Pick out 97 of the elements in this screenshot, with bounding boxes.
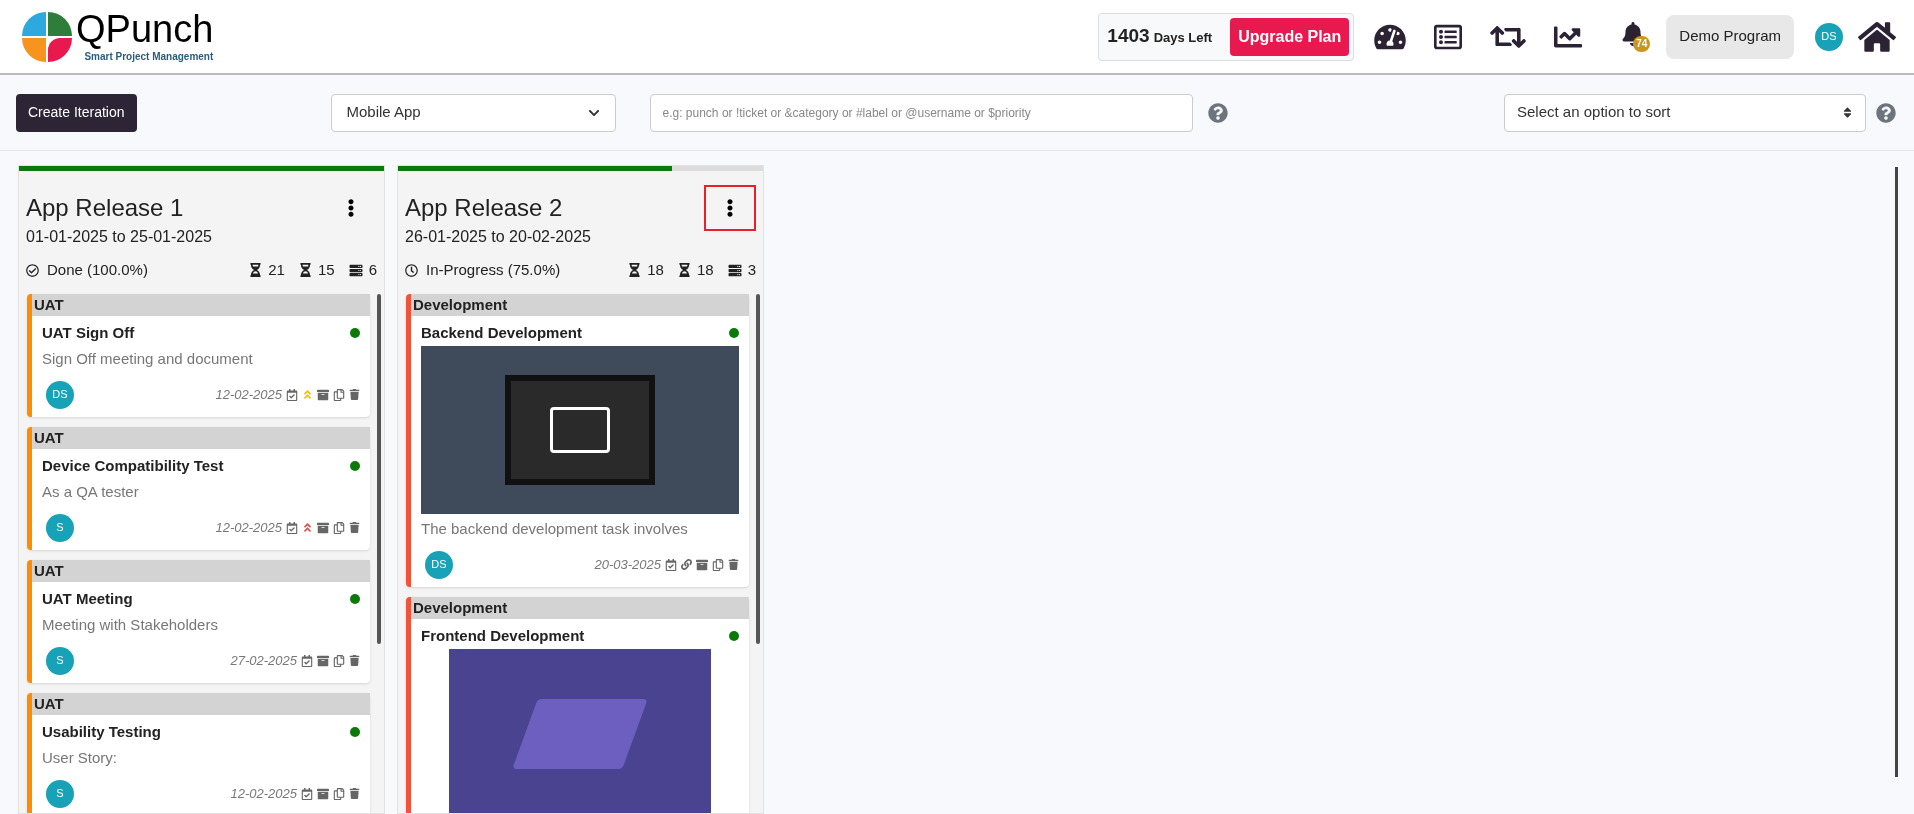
calendar-icon xyxy=(286,388,298,401)
logo-icon xyxy=(22,11,72,62)
task-category: UAT xyxy=(32,559,370,582)
copy-icon[interactable] xyxy=(333,521,345,534)
sort-select[interactable]: Select an option to sort xyxy=(1504,93,1866,132)
hourglass-icon xyxy=(677,263,691,278)
dashboard-icon[interactable] xyxy=(1374,22,1407,51)
task-title: UAT Meeting xyxy=(42,588,133,609)
due-date: 20-03-2025 xyxy=(594,555,661,574)
task-category: UAT xyxy=(32,293,370,316)
spent-hours: 15 xyxy=(317,260,335,280)
due-date: 27-02-2025 xyxy=(230,651,297,670)
notification-badge: 74 xyxy=(1633,35,1651,52)
select-value: Mobile App xyxy=(346,102,421,123)
task-description: User Story: xyxy=(42,748,118,768)
iteration-title: App Release 1 xyxy=(26,193,184,223)
task-description: Sign Off meeting and document xyxy=(42,349,254,369)
project-select[interactable]: Mobile App xyxy=(330,93,616,132)
user-avatar: DS xyxy=(1815,22,1843,51)
trash-icon[interactable] xyxy=(349,522,360,533)
iteration-status: Done (100.0%) xyxy=(47,260,148,280)
archive-icon[interactable] xyxy=(696,558,708,571)
hourglass-icon xyxy=(628,263,642,278)
tasks-icon xyxy=(727,263,742,277)
task-card[interactable]: UAT UAT Sign Off Sign Off meeting and document DS 12-02-2025 xyxy=(27,293,370,417)
list-icon[interactable] xyxy=(1432,22,1465,51)
home-icon[interactable] xyxy=(1858,19,1896,54)
task-category: UAT xyxy=(32,692,370,715)
select-value: Select an option to sort xyxy=(1517,102,1671,123)
trash-icon[interactable] xyxy=(349,788,360,799)
user-avatar: DS xyxy=(46,380,74,409)
task-description: Meeting with Stakeholders xyxy=(42,615,219,635)
task-title: Usability Testing xyxy=(42,721,161,742)
brand-tagline: Smart Project Management xyxy=(84,50,214,64)
due-date: 12-02-2025 xyxy=(230,784,297,803)
calendar-icon xyxy=(286,521,298,534)
task-card[interactable]: Development Backend Development The backend development task involves DS 20-03-2025 xyxy=(406,293,749,587)
iteration-title: App Release 2 xyxy=(405,193,563,223)
task-title: Backend Development xyxy=(421,322,582,343)
task-description: The backend development task involves xyxy=(421,519,689,539)
create-iteration-button[interactable]: Create Iteration xyxy=(16,93,137,132)
menu-button[interactable] xyxy=(704,185,756,231)
estimated-hours: 21 xyxy=(268,260,285,280)
trash-icon[interactable] xyxy=(349,389,360,400)
hourglass-icon xyxy=(249,263,263,278)
trash-icon[interactable] xyxy=(728,559,739,570)
task-card[interactable]: Development Frontend Development xyxy=(406,596,749,813)
help-icon[interactable] xyxy=(1207,102,1228,123)
program-button[interactable]: Demo Program xyxy=(1666,14,1794,59)
user-avatar: S xyxy=(46,513,74,542)
due-date: 12-02-2025 xyxy=(215,518,282,537)
copy-icon[interactable] xyxy=(333,388,345,401)
help-icon[interactable] xyxy=(1876,102,1896,123)
task-card[interactable]: UAT Device Compatibility Test As a QA tester S 12-02-2025 xyxy=(27,426,370,550)
calendar-icon xyxy=(665,558,677,571)
link-icon[interactable] xyxy=(681,559,692,570)
date-range: 26-01-2025 to 20-02-2025 xyxy=(405,227,592,247)
brand-name: QPunch xyxy=(76,9,214,49)
days-label: Days Left xyxy=(1153,29,1213,48)
user-avatar: S xyxy=(46,779,74,808)
copy-icon[interactable] xyxy=(712,558,724,571)
copy-icon[interactable] xyxy=(333,787,345,800)
calendar-icon xyxy=(301,787,313,800)
scrollbar[interactable] xyxy=(756,293,760,644)
archive-icon[interactable] xyxy=(317,388,329,401)
task-description: As a QA tester xyxy=(42,482,140,502)
spent-hours: 18 xyxy=(696,260,714,280)
task-title: Device Compatibility Test xyxy=(42,455,224,476)
task-title: Frontend Development xyxy=(421,625,585,646)
sort-icon xyxy=(1842,106,1853,119)
task-count: 6 xyxy=(368,260,377,280)
user-avatar: DS xyxy=(425,550,453,579)
days-count: 1403 xyxy=(1107,24,1150,49)
calendar-icon xyxy=(301,654,313,667)
search-field[interactable]: e.g: punch or !ticket or &category or #label or @username or $priority xyxy=(649,93,1193,132)
archive-icon[interactable] xyxy=(317,654,329,667)
task-category: Development xyxy=(411,596,749,619)
due-date: 12-02-2025 xyxy=(215,385,282,404)
tasks-icon xyxy=(348,263,363,277)
scrollbar[interactable] xyxy=(1895,167,1898,777)
hourglass-icon xyxy=(298,263,312,278)
archive-icon[interactable] xyxy=(317,787,329,800)
upgrade-button[interactable]: Upgrade Plan xyxy=(1230,17,1350,56)
archive-icon[interactable] xyxy=(317,521,329,534)
date-range: 01-01-2025 to 25-01-2025 xyxy=(26,227,213,247)
task-category: UAT xyxy=(32,426,370,449)
user-avatar: S xyxy=(46,646,74,675)
task-card[interactable]: UAT UAT Meeting Meeting with Stakeholders S 27-02-2025 xyxy=(27,559,370,683)
scrollbar[interactable] xyxy=(377,293,381,644)
task-category: Development xyxy=(411,293,749,316)
task-card[interactable]: UAT Usability Testing User Story: S 12-02-2025 xyxy=(27,692,370,813)
copy-icon[interactable] xyxy=(333,654,345,667)
task-title: UAT Sign Off xyxy=(42,322,135,343)
estimated-hours: 18 xyxy=(647,260,664,280)
trash-icon[interactable] xyxy=(349,655,360,666)
iteration-status: In-Progress (75.0%) xyxy=(426,260,561,280)
task-count: 3 xyxy=(747,260,756,280)
